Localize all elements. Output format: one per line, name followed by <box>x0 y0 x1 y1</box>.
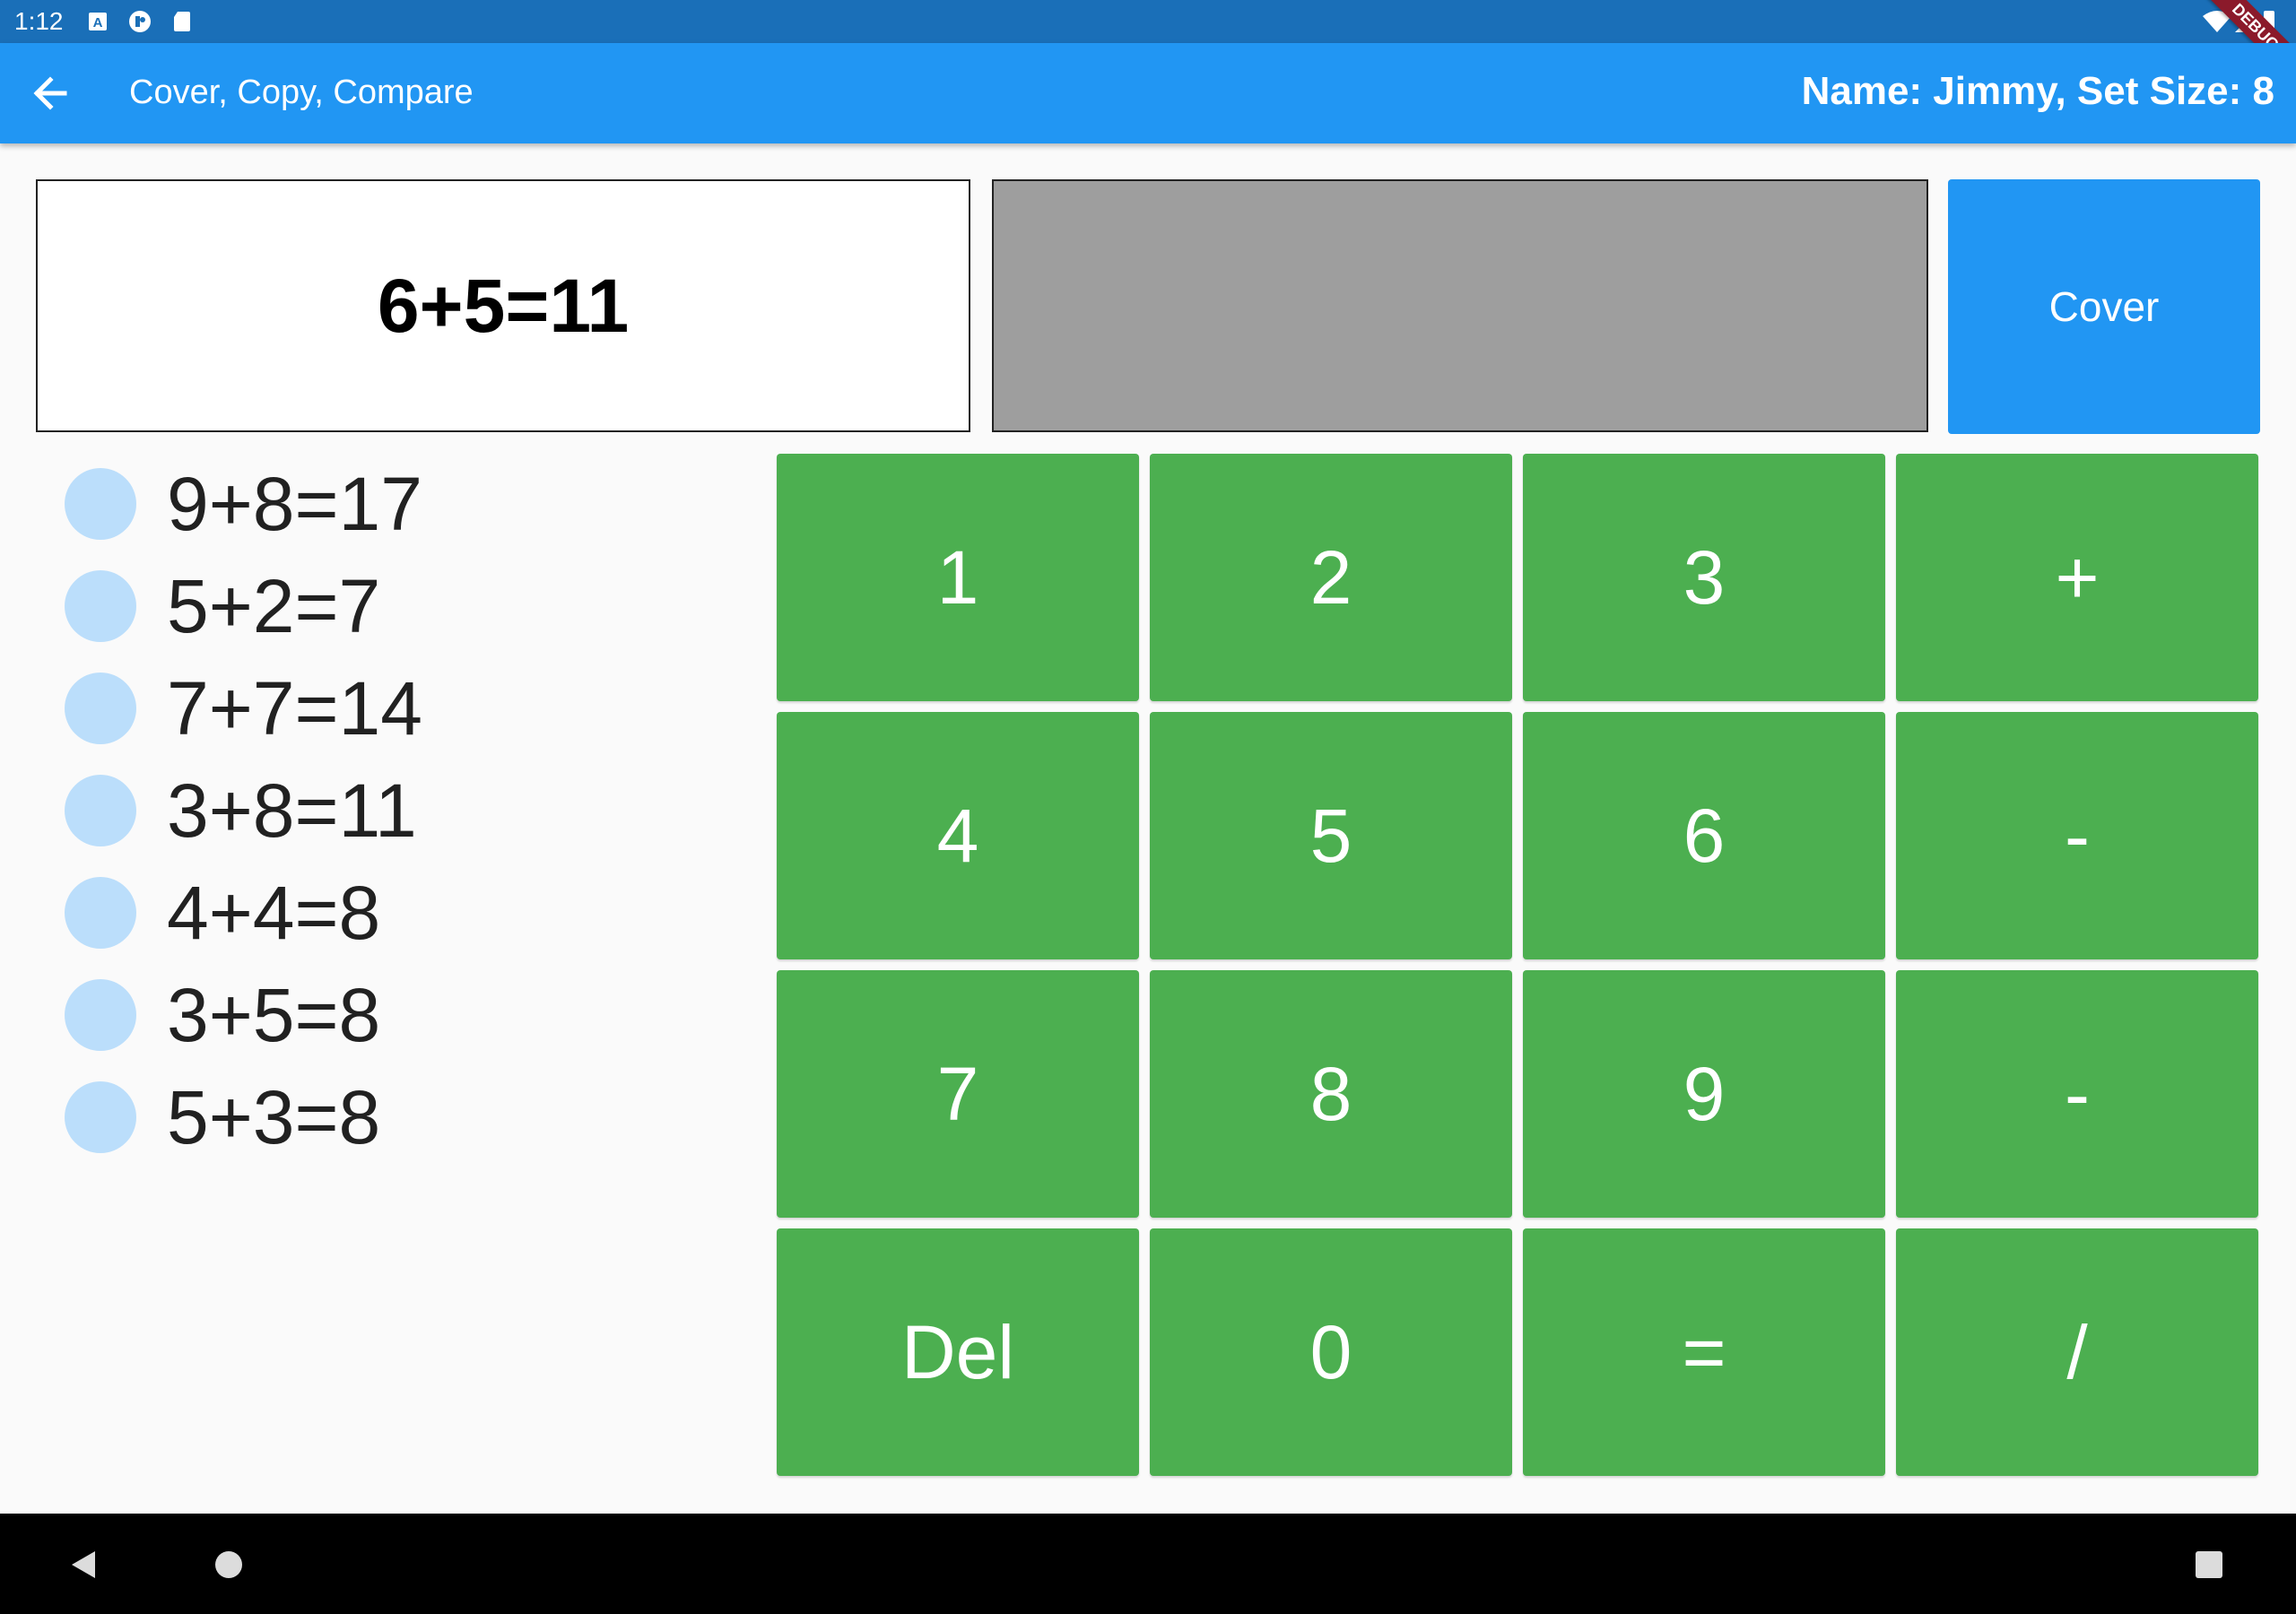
problem-card: 6+5=11 <box>36 179 970 432</box>
cover-button[interactable]: Cover <box>1948 179 2260 434</box>
keyboard-icon: A <box>88 10 108 33</box>
history-text: 5+3=8 <box>167 1075 381 1159</box>
key-9-button[interactable]: 9 <box>1523 970 1885 1218</box>
list-item: 5+3=8 <box>65 1072 746 1162</box>
arrow-back-icon <box>33 76 67 110</box>
notification-icon <box>127 10 152 33</box>
app-title: Cover, Copy, Compare <box>129 74 474 111</box>
key-7-button[interactable]: 7 <box>777 970 1139 1218</box>
key-minus-2-button[interactable]: - <box>1896 970 2258 1218</box>
list-item: 4+4=8 <box>65 868 746 958</box>
problem-text: 6+5=11 <box>377 263 630 348</box>
app-bar: Cover, Copy, Compare Name: Jimmy, Set Si… <box>0 43 2296 143</box>
history-text: 7+7=14 <box>167 666 422 751</box>
answer-cover-card[interactable] <box>992 179 1928 432</box>
history-text: 3+5=8 <box>167 973 381 1057</box>
key-equals-button[interactable]: = <box>1523 1228 1885 1476</box>
history-text: 5+2=7 <box>167 564 381 648</box>
status-dot-icon <box>65 570 136 642</box>
key-6-button[interactable]: 6 <box>1523 712 1885 959</box>
key-divide-button[interactable]: / <box>1896 1228 2258 1476</box>
list-item: 9+8=17 <box>65 459 746 549</box>
system-nav-bar <box>0 1514 2296 1614</box>
cover-button-label: Cover <box>2048 283 2160 330</box>
key-8-button[interactable]: 8 <box>1150 970 1512 1218</box>
key-1-button[interactable]: 1 <box>777 454 1139 701</box>
status-dot-icon <box>65 468 136 540</box>
nav-back-icon[interactable] <box>68 1549 97 1584</box>
history-text: 4+4=8 <box>167 871 381 955</box>
nav-home-icon[interactable] <box>215 1551 242 1578</box>
status-dot-icon <box>65 877 136 949</box>
history-text: 3+8=11 <box>167 768 417 853</box>
status-dot-icon <box>65 979 136 1051</box>
list-item: 3+5=8 <box>65 970 746 1060</box>
key-5-button[interactable]: 5 <box>1150 712 1512 959</box>
status-dot-icon <box>65 1081 136 1153</box>
back-button[interactable] <box>25 70 75 117</box>
key-2-button[interactable]: 2 <box>1150 454 1512 701</box>
svg-text:A: A <box>93 15 103 30</box>
status-dot-icon <box>65 775 136 846</box>
student-info: Name: Jimmy, Set Size: 8 <box>1801 69 2274 113</box>
key-delete-button[interactable]: Del <box>777 1228 1139 1476</box>
list-item: 5+2=7 <box>65 561 746 651</box>
key-minus-button[interactable]: - <box>1896 712 2258 959</box>
list-item: 7+7=14 <box>65 664 746 753</box>
key-4-button[interactable]: 4 <box>777 712 1139 959</box>
key-3-button[interactable]: 3 <box>1523 454 1885 701</box>
status-dot-icon <box>65 672 136 744</box>
nav-recent-icon[interactable] <box>2196 1551 2222 1578</box>
status-bar: 1:12 A DEBUG <box>0 0 2296 91</box>
list-item: 3+8=11 <box>65 766 746 855</box>
history-text: 9+8=17 <box>167 462 422 546</box>
sd-card-icon <box>172 10 192 33</box>
key-plus-button[interactable]: + <box>1896 454 2258 701</box>
status-time: 1:12 <box>14 7 64 35</box>
key-0-button[interactable]: 0 <box>1150 1228 1512 1476</box>
